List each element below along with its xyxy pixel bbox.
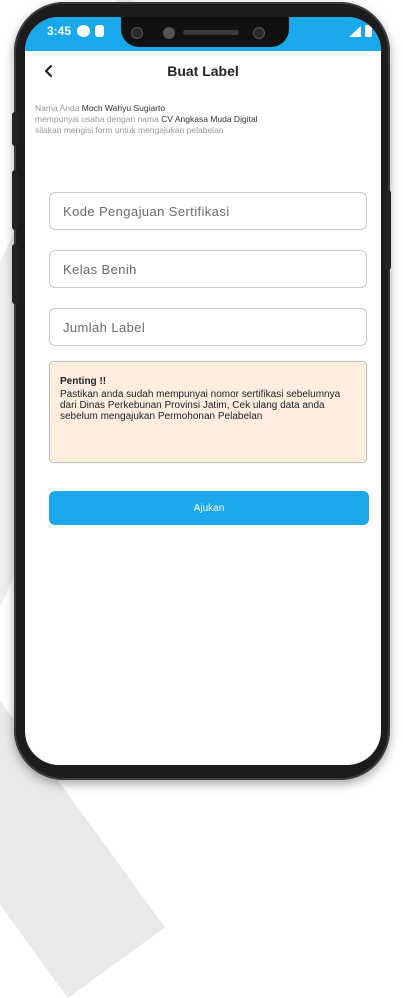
sensor-icon	[163, 27, 175, 39]
camera-notch	[121, 17, 289, 47]
speaker-grille	[183, 30, 239, 35]
phone-volume-down	[12, 244, 18, 304]
intro-text: Nama Anda Moch Wahyu Sugiarto mempunyai …	[35, 103, 371, 136]
page-title: Buat Label	[167, 63, 239, 79]
status-time: 3:45	[47, 24, 72, 38]
submit-button[interactable]: Ajukan	[49, 491, 369, 525]
company-name: CV Angkasa Muda Digital	[161, 114, 258, 124]
kelas-benih-input[interactable]	[50, 251, 366, 287]
jumlah-label-input[interactable]	[50, 309, 366, 345]
intro-prefix: Nama Anda	[35, 103, 82, 113]
kelas-benih-field	[49, 250, 367, 288]
phone-screen: 3:45 Buat Label Nama Anda Moch Wahyu Sug…	[25, 17, 381, 765]
phone-volume-up	[12, 170, 18, 230]
notice-body: Pastikan anda sudah mempunyai nomor sert…	[60, 389, 341, 422]
app-bar: Buat Label	[25, 53, 381, 93]
phone-side-button	[12, 112, 18, 146]
app-notification-icon	[95, 25, 104, 37]
kode-pengajuan-field	[49, 192, 367, 230]
phone-power-button	[385, 190, 391, 270]
notification-icon	[77, 25, 90, 37]
notice-title: Penting !!	[60, 376, 107, 387]
signal-icon	[349, 26, 361, 37]
camera-icon	[253, 27, 265, 39]
jumlah-label-field	[49, 308, 367, 346]
kode-pengajuan-input[interactable]	[50, 193, 366, 229]
camera-icon	[131, 27, 143, 39]
battery-icon	[365, 25, 372, 37]
intro-prefix: mempunyai usaha dengan nama	[35, 114, 162, 124]
owner-name: Moch Wahyu Sugiarto	[81, 103, 166, 113]
intro-line-1: Nama Anda Moch Wahyu Sugiarto	[35, 103, 371, 114]
intro-line-3: silakan mengisi form untuk mengajukan pe…	[35, 125, 224, 135]
intro-line-2: mempunyai usaha dengan nama CV Angkasa M…	[35, 114, 371, 125]
warning-notice: Penting !! Pastikan anda sudah mempunyai…	[49, 361, 367, 463]
